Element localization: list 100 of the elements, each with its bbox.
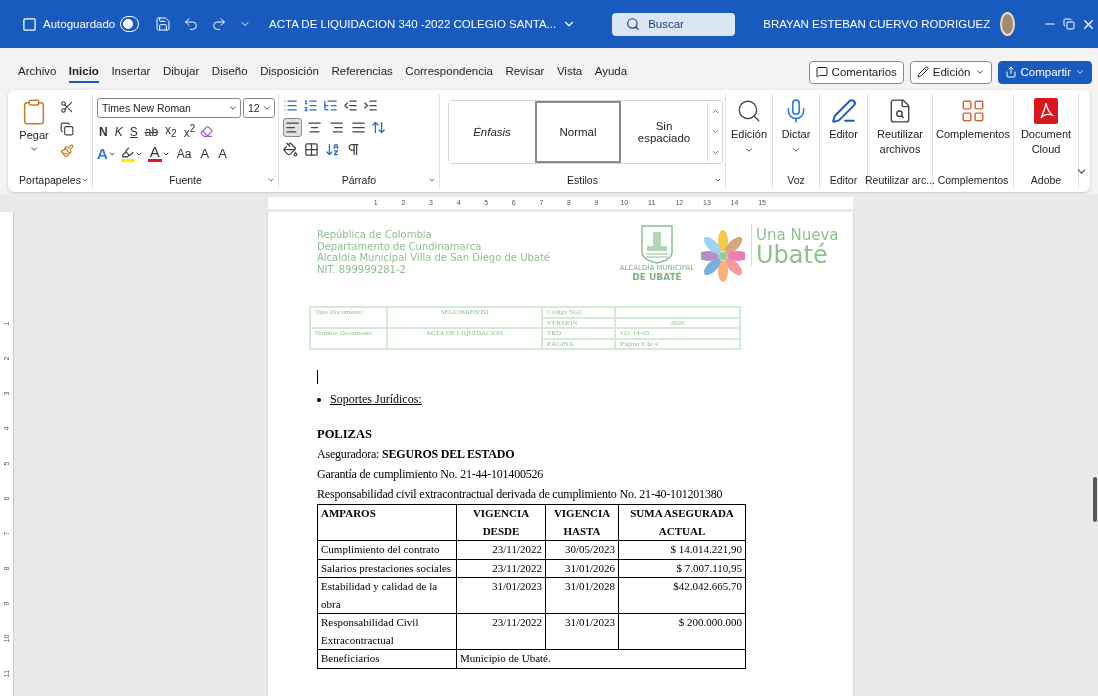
group-label: Párrafo	[341, 174, 377, 186]
section-heading: POLIZAS	[317, 426, 373, 443]
format-painter-icon[interactable]	[60, 144, 74, 158]
command-button[interactable]: Dictar	[773, 94, 819, 172]
menu-tab[interactable]: Insertar	[111, 61, 151, 83]
crest-drawing	[640, 224, 674, 264]
change-case-button[interactable]: Aa	[174, 146, 194, 161]
editing-button[interactable]: Edición	[909, 60, 992, 84]
cut-icon[interactable]	[60, 100, 74, 114]
decrease-indent-icon[interactable]	[343, 98, 358, 113]
table-cell: Estabilidad y calidad de la obra	[317, 577, 457, 614]
dialog-launcher-icon[interactable]	[81, 176, 89, 184]
table-cell: Salarios prestaciones sociales	[317, 559, 457, 578]
grow-font-button[interactable]: A	[198, 146, 212, 161]
letterhead-line: Departamento de Cundinamarca	[317, 240, 483, 252]
font-name-field[interactable]: Times New Roman	[97, 98, 241, 118]
command-button[interactable]: Complementos	[933, 94, 1013, 172]
share-button[interactable]: Compartir	[997, 60, 1092, 84]
column-header: VIGENCIA HASTA	[545, 504, 619, 541]
line-spacing-icon[interactable]	[371, 120, 386, 135]
chevron-down-icon	[744, 145, 754, 155]
chevron-down-icon	[1075, 67, 1085, 77]
save-icon[interactable]	[155, 16, 171, 32]
menu-tab[interactable]: Dibujar	[162, 61, 200, 83]
highlighter-icon	[121, 145, 135, 159]
command-button[interactable]: Editor	[820, 94, 867, 172]
table-cell: 31/01/2023	[456, 577, 546, 614]
slogan-title: Ubaté	[756, 243, 829, 267]
column-header: SUMA ASEGURADA ACTUAL	[618, 504, 746, 541]
table-cell: 31/01/2026	[545, 559, 619, 578]
borders-icon[interactable]	[304, 142, 319, 157]
scrollbar-thumb[interactable]	[1093, 477, 1097, 522]
font-size-field[interactable]: 12	[243, 98, 275, 118]
table-cell: $42.042.665.70	[618, 577, 746, 614]
chevron-down-icon	[791, 145, 801, 155]
font-color-button[interactable]: A	[147, 145, 170, 162]
align-button[interactable]	[283, 118, 302, 137]
document-title[interactable]: ACTA DE LIQUIDACION 340 -2022 COLEGIO SANTA...	[269, 18, 557, 30]
menu-tab[interactable]: Inicio	[68, 61, 99, 83]
highlight-button[interactable]	[120, 145, 143, 162]
command-button[interactable]: Edición	[726, 94, 772, 172]
comments-button[interactable]: Comentarios	[808, 60, 904, 84]
pen-icon	[830, 98, 857, 124]
pilcrow-icon[interactable]	[346, 142, 361, 157]
menu-tab[interactable]: Referencias	[331, 61, 393, 83]
column-header: VIGENCIA DESDE	[456, 504, 546, 541]
chevron-down-icon	[262, 103, 272, 113]
menu-tab[interactable]: Correspondencia	[405, 61, 493, 83]
format-button[interactable]: x$^{2}$	[181, 123, 198, 140]
dialog-launcher-icon[interactable]	[428, 176, 436, 184]
format-button[interactable]: N	[97, 124, 110, 139]
table-cell: $ 7.007.110,95	[618, 559, 746, 578]
menu-tab[interactable]: Disposición	[260, 61, 319, 83]
column-header: AMPAROS	[317, 504, 457, 541]
copy-icon[interactable]	[60, 122, 74, 136]
command-button[interactable]: Reutilizar archivos	[868, 94, 932, 172]
format-button[interactable]: K	[112, 124, 125, 139]
table-cell: 23/11/2022	[456, 613, 546, 650]
format-button[interactable]: x$_{2}$	[163, 123, 179, 140]
user-name[interactable]: BRAYAN ESTEBAN CUERVO RODRIGUEZ	[763, 18, 991, 30]
menu-tab[interactable]: Ayuda	[594, 61, 628, 83]
numbering-icon[interactable]	[303, 98, 318, 113]
menu-tab[interactable]: Archivo	[18, 61, 57, 83]
table-cell: $ 200.000.000	[618, 613, 746, 650]
shading-icon[interactable]	[283, 142, 298, 157]
paste-button[interactable]: Pegar	[12, 94, 56, 172]
clear-format-icon[interactable]	[200, 125, 214, 138]
table-cell: 23/11/2022	[456, 559, 546, 578]
table-cell: 31/01/2023	[545, 613, 619, 650]
table-cell: 23/11/2022	[456, 540, 546, 559]
format-button[interactable]: ab	[142, 124, 161, 139]
text-effect-button[interactable]: A	[97, 146, 116, 161]
menu-tab[interactable]: Vista	[556, 61, 583, 83]
multilevel-list-icon[interactable]	[323, 98, 338, 113]
group-label: Adobe	[1030, 174, 1062, 186]
menu-tab[interactable]: Revisar	[505, 61, 545, 83]
format-button[interactable]: S	[127, 124, 140, 139]
style-option[interactable]: Normal	[535, 101, 621, 163]
menu-tab[interactable]: Diseño	[211, 61, 248, 83]
table-cell: Responsabilidad Civil Extracontractual	[317, 613, 457, 650]
sort-icon[interactable]	[325, 142, 340, 157]
search-field[interactable]: Buscar	[612, 12, 736, 36]
paragraph-line: Responsabilidad civil extracontractual derivada de cumplimiento No. 21-40-101201380	[317, 486, 724, 503]
group-label: Voz	[787, 174, 805, 186]
avatar-icon[interactable]	[1000, 12, 1015, 36]
increase-indent-icon[interactable]	[363, 98, 378, 113]
shrink-font-button[interactable]: A	[216, 146, 229, 161]
bullets-icon[interactable]	[283, 98, 298, 113]
slogan-text: Una Nueva	[756, 225, 839, 243]
group-label: Editor	[829, 174, 858, 186]
undo-icon[interactable]	[183, 16, 199, 32]
redo-icon[interactable]	[211, 16, 227, 32]
group-label: Estilos	[567, 174, 598, 186]
chevron-down-icon	[974, 67, 985, 77]
comment-icon	[815, 66, 828, 78]
dialog-launcher-icon[interactable]	[714, 176, 722, 184]
autosave-label: Autoguardado	[43, 18, 116, 30]
command-button[interactable]: Document Cloud	[1014, 94, 1078, 172]
dialog-launcher-icon[interactable]	[267, 176, 275, 184]
table-cell: Cumplimiento del contrato	[317, 540, 457, 559]
